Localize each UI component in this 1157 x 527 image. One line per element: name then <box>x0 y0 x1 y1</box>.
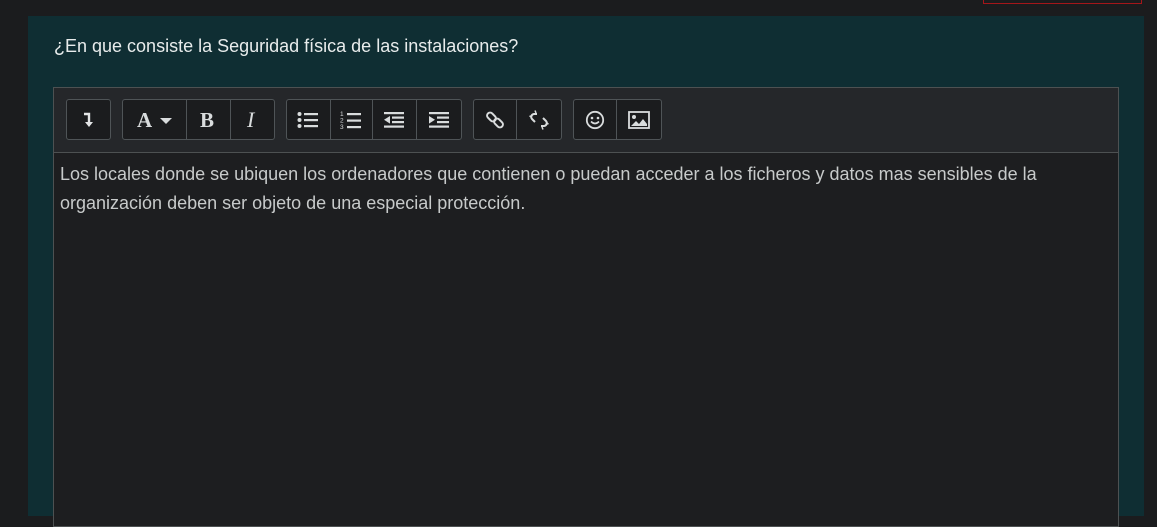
emoji-icon <box>585 110 605 130</box>
toolbar-group-media <box>573 99 662 140</box>
ordered-list-button[interactable]: 1 2 3 <box>331 100 374 139</box>
svg-text:I: I <box>246 110 256 130</box>
svg-text:B: B <box>200 110 214 130</box>
expand-toolbar-button[interactable] <box>67 100 110 139</box>
indent-icon <box>428 111 450 129</box>
bold-button[interactable]: B <box>187 100 231 139</box>
italic-icon: I <box>245 110 259 130</box>
unordered-list-icon <box>297 111 319 129</box>
svg-text:A: A <box>137 110 153 130</box>
top-button-edge[interactable] <box>983 0 1142 4</box>
ordered-list-icon: 1 2 3 <box>340 110 362 130</box>
unordered-list-button[interactable] <box>287 100 331 139</box>
toolbar-group-lists: 1 2 3 <box>286 99 462 140</box>
editor-toolbar: A B I 1 2 3 <box>54 88 1118 153</box>
bold-icon: B <box>199 110 217 130</box>
unlink-icon <box>529 109 549 130</box>
expand-toolbar-icon <box>82 111 96 129</box>
editor-content-area[interactable]: Los locales donde se ubiquen los ordenad… <box>54 153 1118 225</box>
unlink-button[interactable] <box>517 100 561 139</box>
link-button[interactable] <box>474 100 518 139</box>
editor-text-line: Los locales donde se ubiquen los ordenad… <box>60 164 1037 184</box>
toolbar-group-text: A B I <box>122 99 275 140</box>
svg-text:3: 3 <box>340 124 344 130</box>
rich-text-editor[interactable]: A B I 1 2 3 Los locales donde se ubiquen… <box>53 87 1119 527</box>
toolbar-group-expand <box>66 99 111 140</box>
question-text: ¿En que consiste la Seguridad física de … <box>54 36 519 56</box>
image-button[interactable] <box>617 100 661 139</box>
indent-button[interactable] <box>417 100 461 139</box>
outdent-icon <box>383 111 405 129</box>
link-icon <box>485 110 505 130</box>
font-style-button[interactable]: A <box>123 100 188 139</box>
font-style-icon: A <box>136 110 174 130</box>
image-icon <box>628 110 650 129</box>
emoji-button[interactable] <box>574 100 618 139</box>
question-panel: ¿En que consiste la Seguridad física de … <box>28 16 1144 527</box>
editor-text-line: organización deben ser objeto de una esp… <box>60 193 526 213</box>
outdent-button[interactable] <box>373 100 417 139</box>
toolbar-group-links <box>473 99 562 140</box>
italic-button[interactable]: I <box>231 100 274 139</box>
